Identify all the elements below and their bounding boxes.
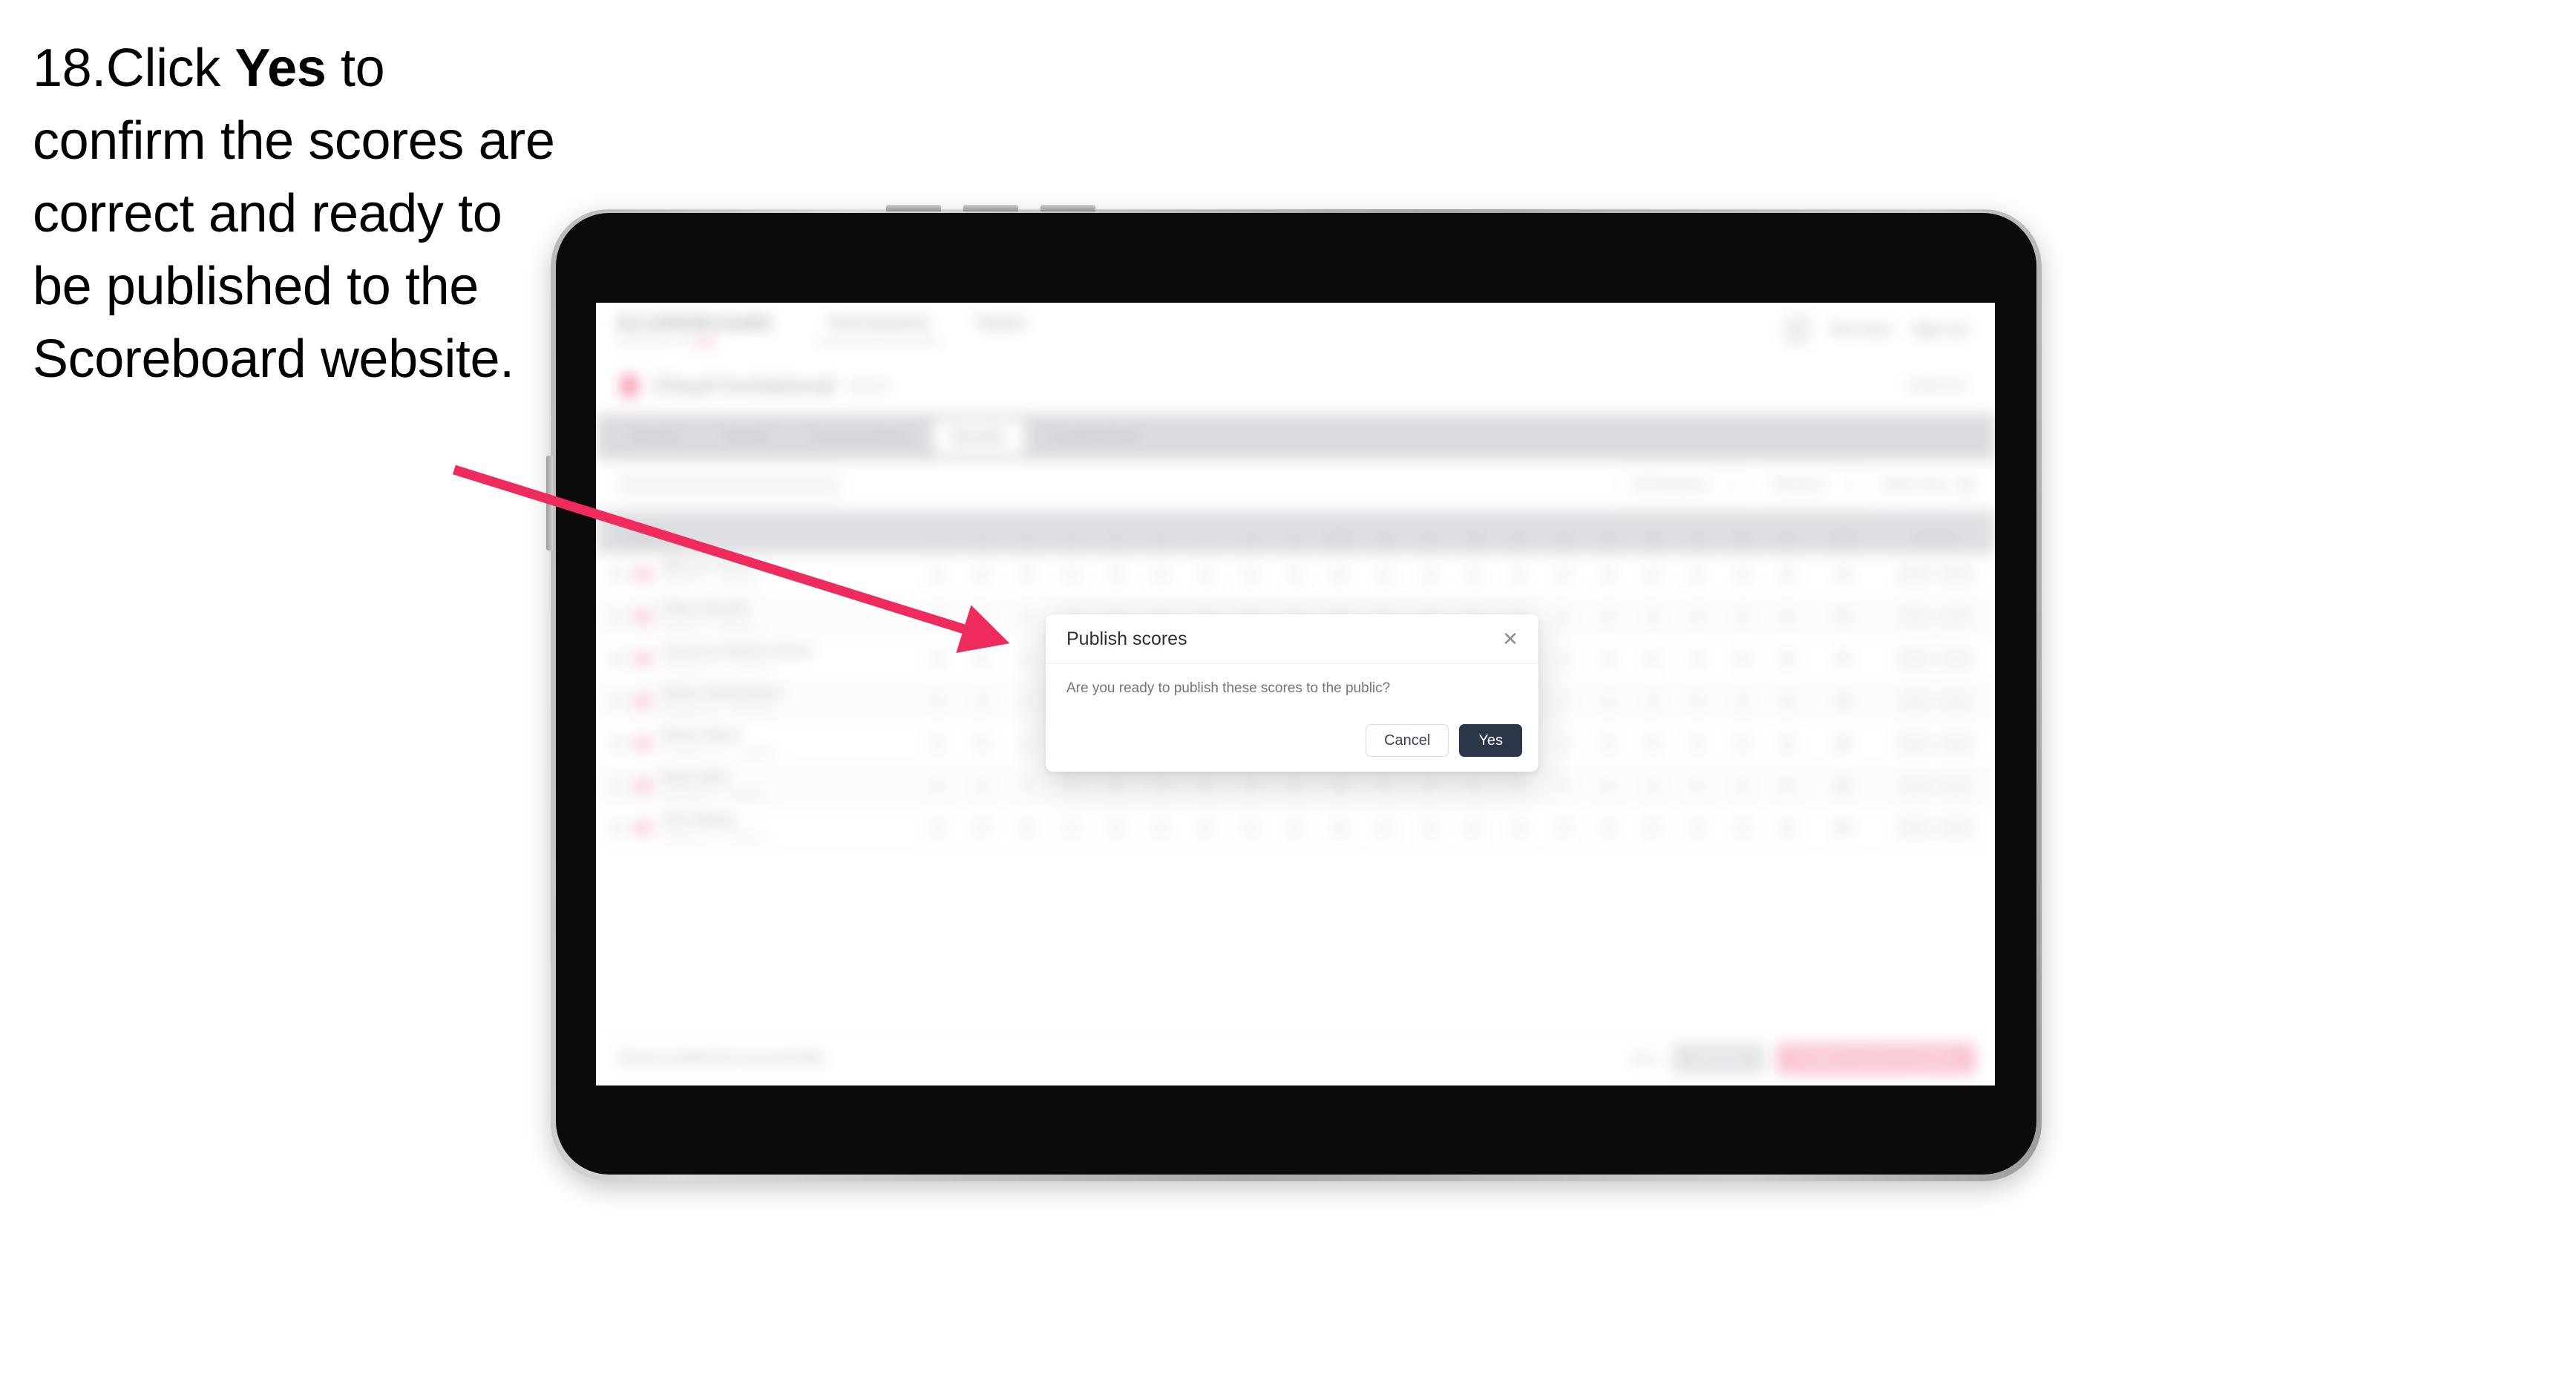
instruction-text: 18.Click Yes to confirm the scores are c… bbox=[33, 33, 567, 396]
instruction-part1: Click bbox=[105, 39, 235, 98]
yes-button[interactable]: Yes bbox=[1459, 724, 1522, 757]
dialog-message: Are you ready to publish these scores to… bbox=[1066, 680, 1391, 696]
instruction-bold-yes: Yes bbox=[235, 39, 327, 98]
publish-scores-dialog: Publish scores ✕ Are you ready to publis… bbox=[1046, 614, 1538, 772]
instruction-number: 18. bbox=[33, 39, 106, 98]
tablet-screen: SCOREBOARD POWERED BY LIVE Tournaments T… bbox=[596, 303, 1995, 1086]
close-icon[interactable]: ✕ bbox=[1498, 627, 1522, 651]
volume-down-button[interactable] bbox=[963, 205, 1018, 211]
dialog-actions: Cancel Yes bbox=[1366, 724, 1522, 757]
dialog-header: Publish scores ✕ bbox=[1046, 614, 1538, 664]
side-button[interactable] bbox=[546, 456, 553, 551]
dialog-title: Publish scores bbox=[1066, 628, 1187, 649]
cancel-button[interactable]: Cancel bbox=[1366, 724, 1449, 757]
power-button[interactable] bbox=[1040, 205, 1095, 211]
volume-up-button[interactable] bbox=[886, 205, 941, 211]
